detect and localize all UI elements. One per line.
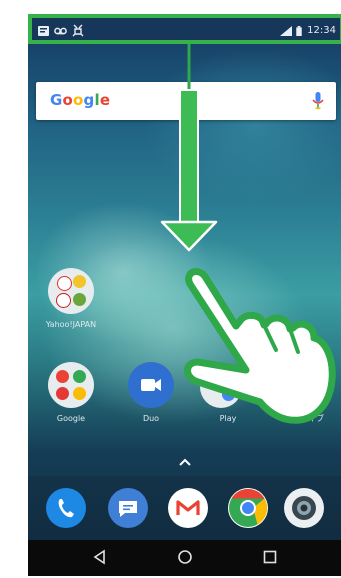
phone-app-icon[interactable] xyxy=(46,488,86,528)
play-music-icon xyxy=(222,388,235,401)
usb-debug-icon xyxy=(72,24,84,37)
folder-play[interactable] xyxy=(200,366,242,408)
drive-icon xyxy=(73,387,86,400)
camera-app-icon[interactable] xyxy=(284,488,324,528)
home-screen: 12:34 Google Yahoo!JAPAN Google Duo Play… xyxy=(28,14,341,576)
messages-app-icon[interactable] xyxy=(108,488,148,528)
gmail-app-icon[interactable] xyxy=(168,488,208,528)
folder-yahoo-japan[interactable] xyxy=(48,268,94,314)
play-store-icon xyxy=(206,372,219,385)
gmail-icon xyxy=(176,500,200,515)
chrome-icon xyxy=(229,488,268,527)
voicemail-icon xyxy=(54,27,67,35)
extra-app-label: ドライブ xyxy=(292,414,324,423)
recents-icon[interactable] xyxy=(262,549,278,565)
maps-icon xyxy=(73,370,86,383)
notification-icon xyxy=(38,26,49,36)
microphone-icon[interactable] xyxy=(312,92,324,110)
folder-google[interactable] xyxy=(48,362,94,408)
home-icon[interactable] xyxy=(177,549,193,565)
signal-icon xyxy=(280,26,292,36)
status-bar[interactable]: 12:34 xyxy=(28,14,341,44)
duo-label: Duo xyxy=(142,414,160,423)
folder-label-google: Google xyxy=(56,414,86,423)
yahoo-weather-icon xyxy=(73,275,86,288)
yahoo-news-icon xyxy=(56,293,71,308)
folder-label-yahoo: Yahoo!JAPAN xyxy=(45,320,97,329)
yahoo-app-icon xyxy=(57,276,72,291)
navigation-bar xyxy=(28,540,341,576)
play-label: Play xyxy=(219,414,237,423)
phone-icon xyxy=(58,499,74,518)
camera-icon xyxy=(292,496,316,520)
youtube-icon xyxy=(56,387,69,400)
favorites-dock xyxy=(28,476,341,540)
chrome-app-icon[interactable] xyxy=(228,488,268,528)
video-camera-icon xyxy=(141,379,161,391)
google-logo: Google xyxy=(50,91,111,109)
chevron-up-icon[interactable] xyxy=(179,458,191,466)
duo-app-icon[interactable] xyxy=(128,362,174,408)
back-icon[interactable] xyxy=(92,549,108,565)
google-app-icon xyxy=(56,370,69,383)
google-search-bar[interactable]: Google xyxy=(36,82,336,120)
yahoo-map-icon xyxy=(73,293,86,306)
battery-icon xyxy=(296,26,302,36)
messages-icon xyxy=(119,501,137,517)
clock: 12:34 xyxy=(307,25,336,36)
